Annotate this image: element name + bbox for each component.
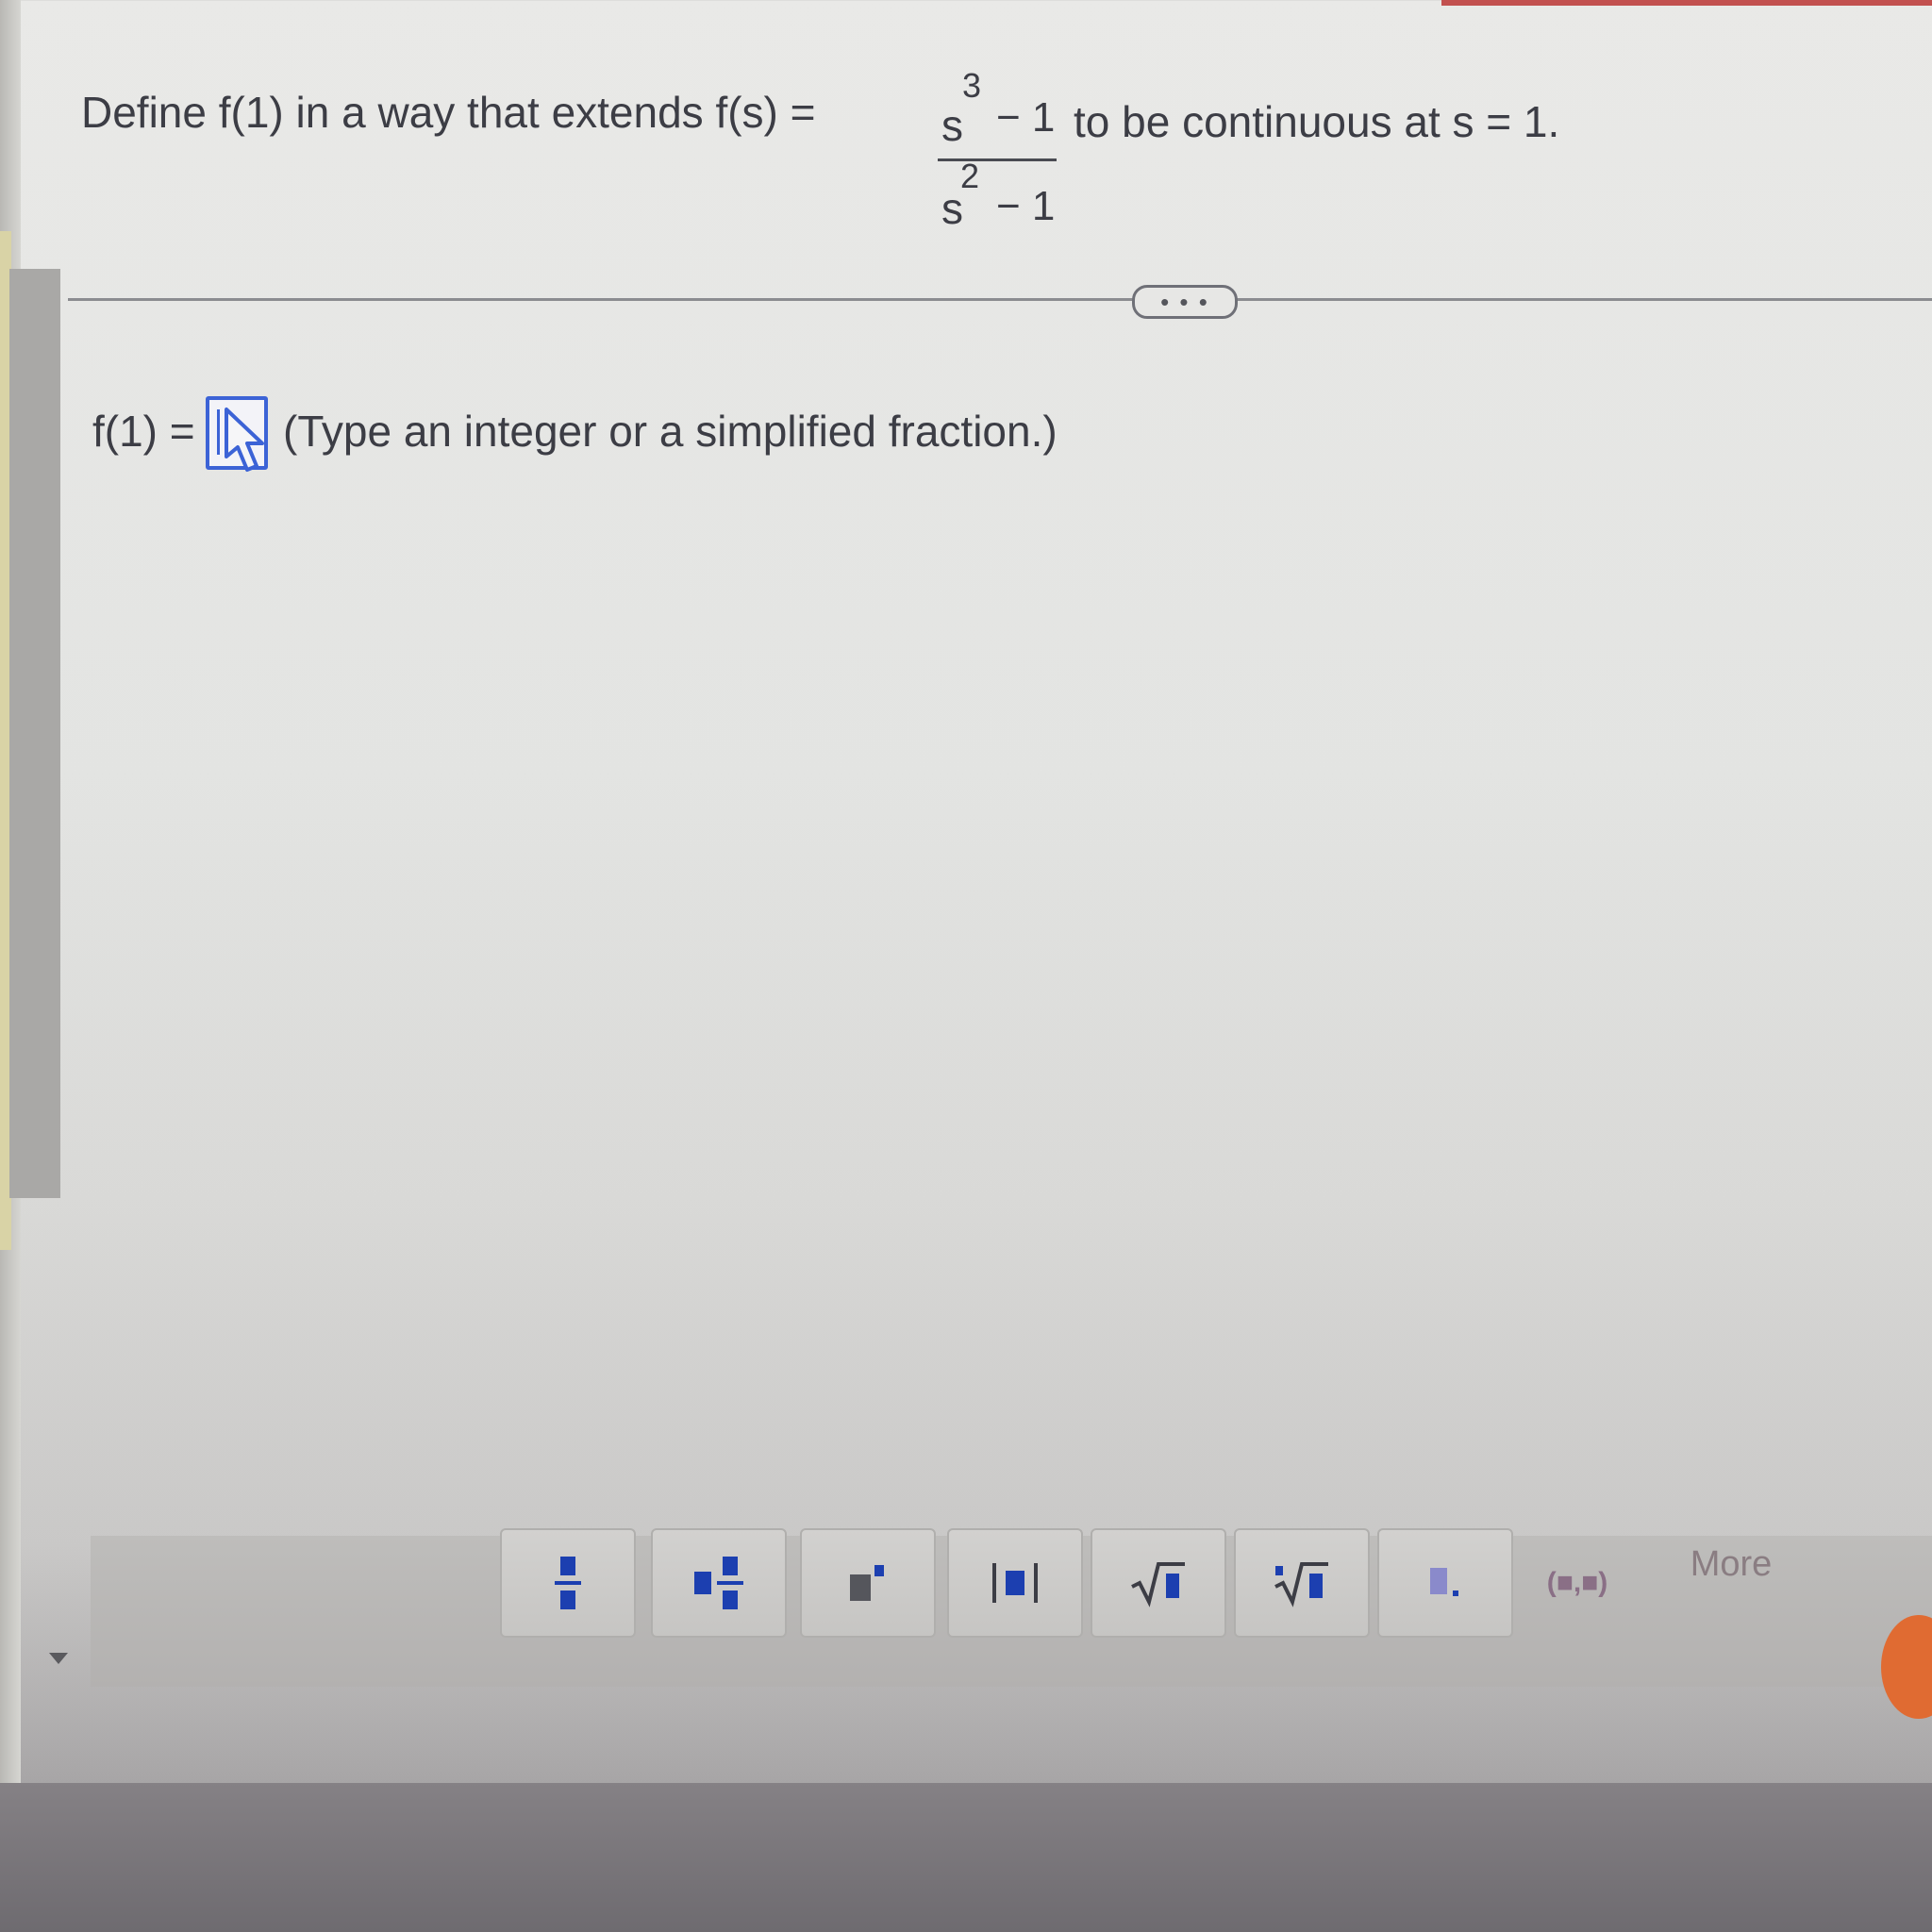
question: Define f(1) in a way that extends f(s) =…: [81, 38, 1591, 233]
top-accent-bar: [1441, 0, 1932, 6]
question-suffix: to be continuous at s = 1.: [1074, 97, 1560, 146]
denominator-exponent: 2: [960, 157, 980, 195]
ordered-pair-button[interactable]: (■,■): [1509, 1528, 1645, 1638]
exponent-button[interactable]: [800, 1528, 936, 1638]
answer-label: f(1) =: [92, 407, 195, 456]
left-scrollbar[interactable]: [9, 269, 60, 1198]
square-root-icon: [1131, 1562, 1185, 1607]
expand-more-button[interactable]: • • •: [1132, 285, 1238, 319]
monitor-bezel: [0, 1783, 1932, 1932]
absolute-value-button[interactable]: [947, 1528, 1083, 1638]
mixed-number-button[interactable]: [651, 1528, 787, 1638]
text-caret: [217, 409, 220, 455]
fraction-expression: s 3 − 1 s 2 − 1: [855, 66, 1058, 233]
more-tools-button[interactable]: More: [1660, 1517, 1802, 1611]
mouse-pointer-icon: [225, 408, 264, 472]
numerator-base: s: [941, 101, 963, 150]
decimal-icon: [1430, 1568, 1458, 1596]
left-arrow-icon: [49, 1653, 68, 1664]
nth-root-button[interactable]: [1234, 1528, 1370, 1638]
fraction-button[interactable]: [500, 1528, 636, 1638]
section-separator: [68, 298, 1932, 301]
numerator-rest: − 1: [996, 94, 1056, 141]
ordered-pair-icon: (■,■): [1546, 1567, 1608, 1598]
absolute-value-icon: [992, 1563, 1038, 1603]
square-root-button[interactable]: [1091, 1528, 1226, 1638]
numerator-exponent: 3: [962, 66, 982, 105]
mixed-number-icon: [694, 1557, 743, 1609]
answer-hint: (Type an integer or a simplified fractio…: [283, 407, 1058, 456]
fraction-bar: [938, 158, 1057, 161]
denominator-rest: − 1: [996, 183, 1056, 229]
nth-root-icon: [1274, 1562, 1328, 1607]
decimal-button[interactable]: [1377, 1528, 1513, 1638]
exponent-icon: [850, 1565, 884, 1601]
fraction-icon: [555, 1557, 581, 1609]
question-prefix: Define f(1) in a way that extends f(s) =: [81, 88, 816, 137]
